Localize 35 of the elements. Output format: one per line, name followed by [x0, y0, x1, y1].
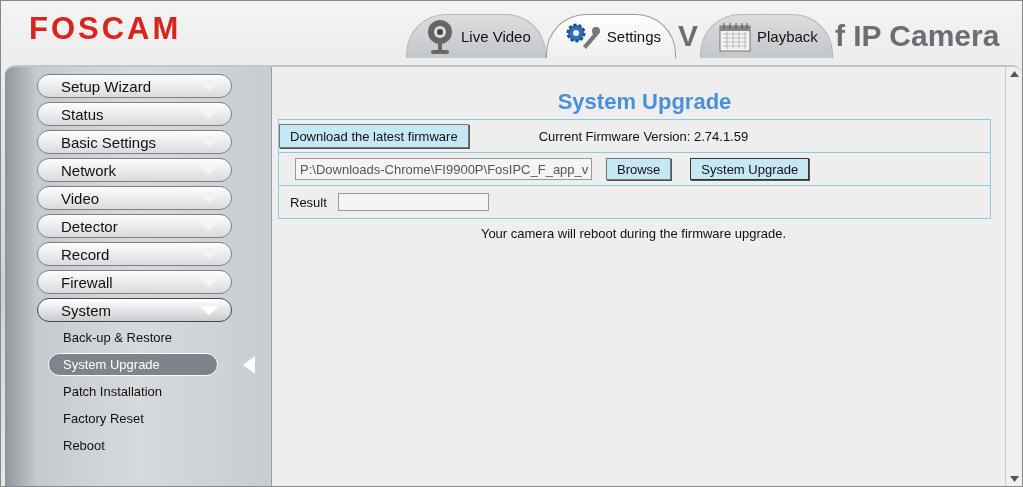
firmware-version: Current Firmware Version: 2.74.1.59	[538, 128, 749, 144]
logo: FOSCAM	[29, 11, 182, 47]
calendar-icon	[719, 21, 751, 52]
sidebar-menu-item[interactable]: Basic Settings	[37, 130, 232, 154]
sidebar-menu-item[interactable]: Status	[37, 102, 232, 126]
scroll-down-icon[interactable]	[1009, 476, 1019, 482]
caret-icon	[199, 305, 219, 315]
scrollbar[interactable]	[1005, 67, 1022, 486]
sidebar-subitem[interactable]: Back-up & Restore	[48, 326, 218, 349]
scroll-up-icon[interactable]	[1009, 71, 1019, 77]
nav-tab[interactable]: Live Video	[406, 14, 546, 58]
system-upgrade-button[interactable]: System Upgrade	[690, 158, 810, 180]
browse-button[interactable]: Browse	[606, 158, 672, 180]
webcam-icon	[425, 18, 455, 55]
sidebar-menu-item[interactable]: Setup Wizard	[37, 74, 232, 98]
nav-tab[interactable]: Settings	[545, 14, 676, 58]
sidebar-subitem[interactable]: System Upgrade	[48, 353, 218, 376]
sidebar-subitem[interactable]: Patch Installation	[48, 380, 218, 403]
sidebar-menu-item[interactable]: System	[37, 298, 232, 322]
sidebar-menu-item[interactable]: Detector	[37, 214, 232, 238]
sidebar-menu-item[interactable]: Video	[37, 186, 232, 210]
header-title: f IP Camera	[834, 19, 1000, 53]
sidebar-subitem[interactable]: Factory Reset	[48, 407, 218, 430]
header-title: V	[678, 19, 698, 53]
file-path-field[interactable]: P:\Downloads-Chrome\FI9900P\FosIPC_F_app_v	[295, 158, 592, 180]
sidebar-subitem[interactable]: Reboot	[48, 434, 218, 457]
nav-tab[interactable]: Playback	[700, 14, 833, 58]
sidebar-menu-item[interactable]: Network	[37, 158, 232, 182]
sidebar-menu-item[interactable]: Record	[37, 242, 232, 266]
sidebar-menu-item[interactable]: Firewall	[37, 270, 232, 294]
reboot-note: Your camera will reboot during the firmware upgrade.	[479, 226, 788, 241]
result-label: Result	[290, 194, 327, 210]
pointer-icon	[243, 356, 255, 374]
page-title: System Upgrade	[556, 89, 733, 115]
download-firmware-button[interactable]: Download the latest firmware	[279, 124, 469, 148]
